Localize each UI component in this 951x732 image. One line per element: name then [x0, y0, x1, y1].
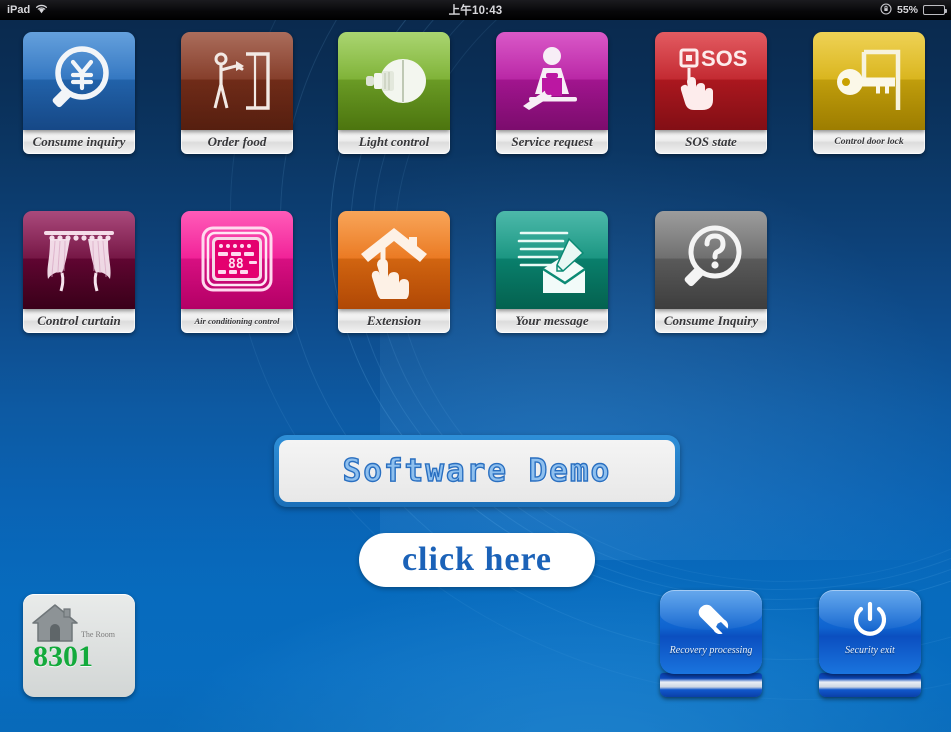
app-tile	[655, 211, 767, 309]
app-tile	[496, 32, 608, 130]
status-bar: iPad 上午10:43 55%	[0, 0, 951, 20]
app-label: Service request	[496, 130, 608, 154]
lightbulb-icon	[355, 42, 433, 120]
app-tile	[23, 211, 135, 309]
battery-icon	[923, 5, 947, 15]
app-consume-inquiry[interactable]: Consume inquiry	[23, 32, 139, 165]
room-plate-header: The Room	[31, 601, 115, 643]
click-here-button[interactable]: click here	[359, 533, 595, 587]
dock-label: Security exit	[845, 645, 895, 656]
sos-hand-icon: SOS	[672, 42, 750, 120]
app-your-message[interactable]: Your message	[496, 211, 612, 344]
app-tile	[23, 32, 135, 130]
app-grid: Consume inquiry Order food Light control…	[0, 0, 951, 712]
security-exit-button[interactable]: Security exit	[819, 590, 921, 698]
click-here-label: click here	[401, 541, 553, 578]
dock-face: Recovery processing	[660, 590, 762, 674]
app-extension[interactable]: Extension	[338, 211, 454, 344]
app-label: Control curtain	[23, 309, 135, 333]
rotation-lock-icon	[880, 2, 892, 18]
envelope-pen-icon	[513, 221, 591, 299]
dock-label: Recovery processing	[669, 645, 753, 656]
concierge-bell-icon	[513, 42, 591, 120]
app-tile	[496, 211, 608, 309]
software-demo-inner: Software Demo	[279, 440, 675, 502]
status-bar-right: 55%	[880, 0, 947, 20]
app-tile	[338, 211, 450, 309]
battery-percent-label: 55%	[896, 4, 918, 16]
app-light-control[interactable]: Light control	[338, 32, 454, 165]
dock-base	[819, 673, 921, 697]
magnifier-question-icon	[672, 221, 750, 299]
room-plate[interactable]: The Room 8301	[23, 594, 135, 697]
app-tile	[338, 32, 450, 130]
curtain-icon	[40, 221, 118, 299]
key-door-icon	[830, 42, 908, 120]
software-demo-button[interactable]: Software Demo	[274, 435, 680, 507]
app-label: SOS state	[655, 130, 767, 154]
app-label: Order food	[181, 130, 293, 154]
dock-base	[660, 673, 762, 697]
app-label: Extension	[338, 309, 450, 333]
app-label: Consume inquiry	[23, 130, 135, 154]
clock-label: 上午10:43	[448, 5, 503, 17]
app-tile: 88	[181, 211, 293, 309]
house-hand-icon	[355, 221, 433, 299]
app-sos-state[interactable]: SOS SOS state	[655, 32, 771, 165]
ipad-screen: iPad 上午10:43 55% Consume inquiry Order f…	[0, 0, 951, 732]
app-service-request[interactable]: Service request	[496, 32, 612, 165]
app-label: Light control	[338, 130, 450, 154]
ac-remote-icon: 88	[198, 221, 276, 299]
svg-text:88: 88	[228, 257, 244, 272]
status-bar-clock: 上午10:43	[0, 0, 951, 20]
room-number: 8301	[33, 640, 93, 673]
home-icon	[31, 601, 79, 643]
app-label: Control door lock	[813, 130, 925, 154]
app-tile	[181, 32, 293, 130]
magnifier-yen-icon	[40, 42, 118, 120]
software-demo-label: Software Demo	[342, 452, 612, 489]
app-tile: SOS	[655, 32, 767, 130]
wrench-icon	[689, 599, 733, 643]
svg-text:SOS: SOS	[701, 46, 747, 71]
dock-face: Security exit	[819, 590, 921, 674]
app-control-curtain[interactable]: Control curtain	[23, 211, 139, 344]
app-consume-inquiry-2[interactable]: Consume Inquiry	[655, 211, 771, 344]
app-order-food[interactable]: Order food	[181, 32, 297, 165]
power-icon	[848, 599, 892, 643]
app-label: Your message	[496, 309, 608, 333]
waiter-door-icon	[198, 42, 276, 120]
app-tile	[813, 32, 925, 130]
recovery-processing-button[interactable]: Recovery processing	[660, 590, 762, 698]
app-air-conditioning-control[interactable]: 88 Air conditioning control	[181, 211, 297, 344]
app-label: Air conditioning control	[181, 309, 293, 333]
app-control-door-lock[interactable]: Control door lock	[813, 32, 929, 165]
app-label: Consume Inquiry	[655, 309, 767, 333]
